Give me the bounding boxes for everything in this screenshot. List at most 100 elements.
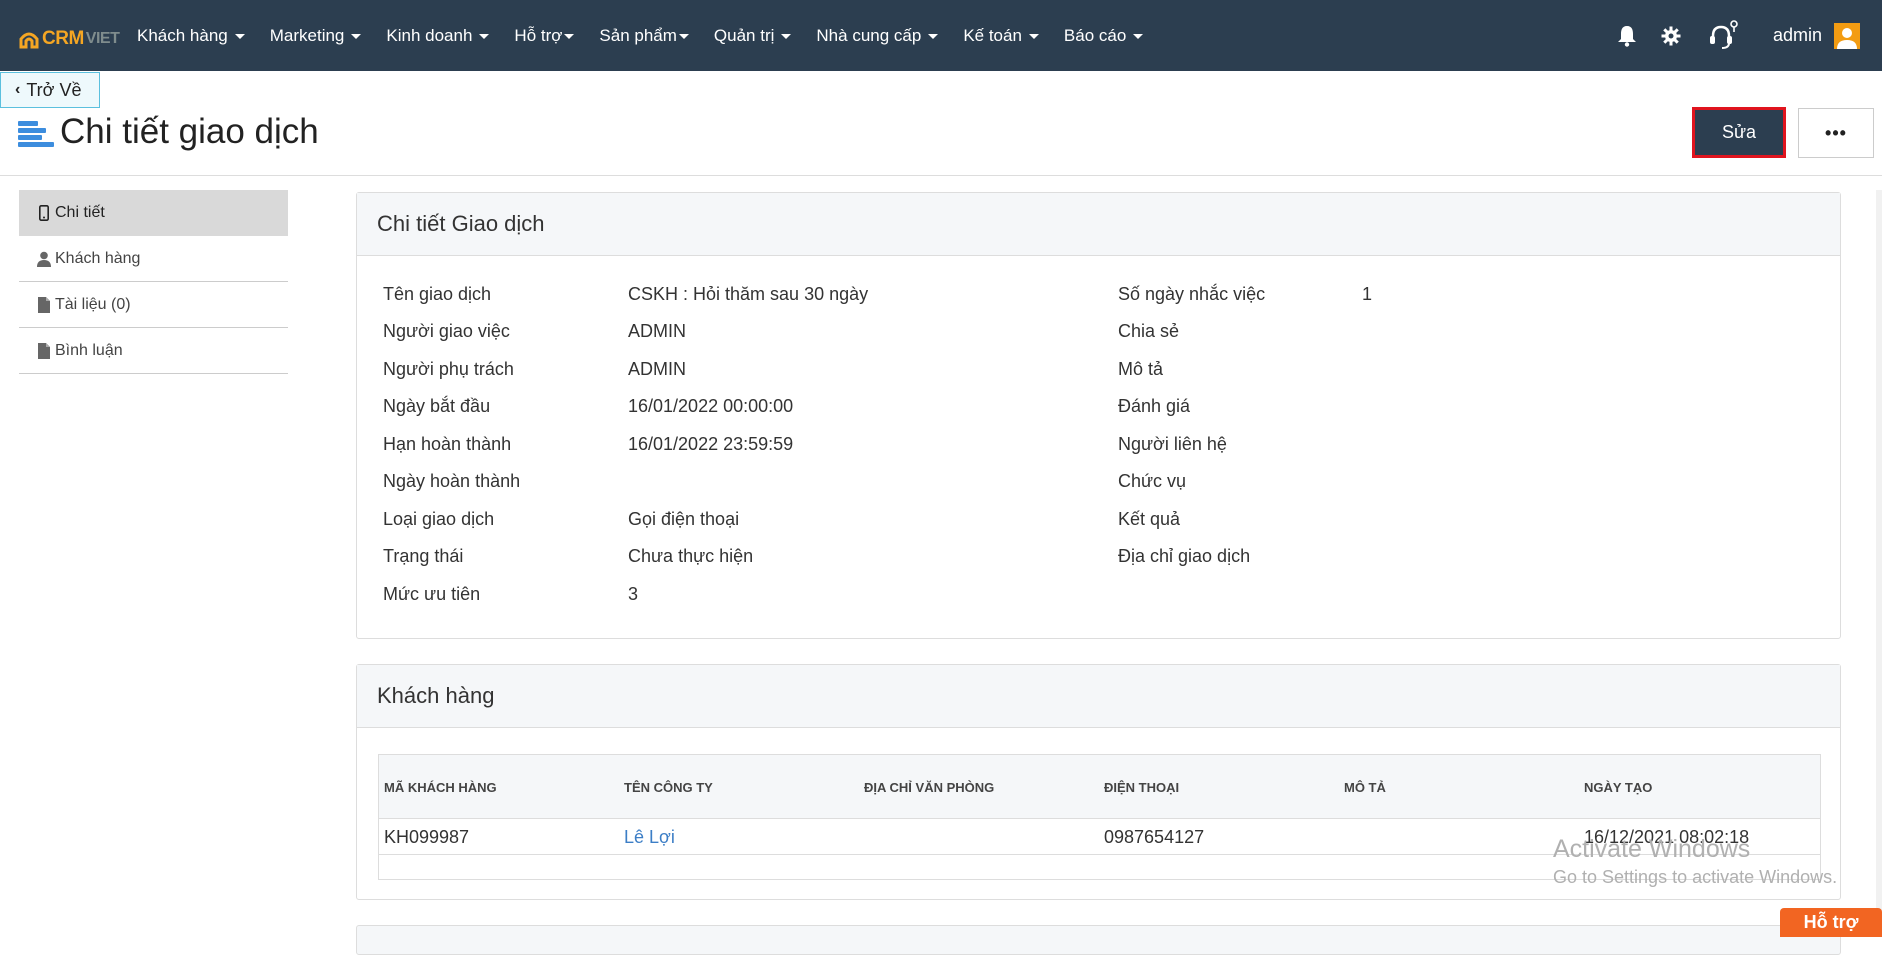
back-button[interactable]: ‹ Trở Về [0, 72, 100, 108]
menu-san-pham[interactable]: Sản phẩm [599, 26, 689, 46]
menu-nha-cung-cap[interactable]: Nhà cung cấp [816, 25, 939, 46]
field-label: Loại giao dịch [383, 509, 495, 529]
field-label: Chia sẻ [1118, 321, 1180, 341]
logo-mark-icon [19, 32, 39, 49]
sidebar-item-label: Bình luận [55, 341, 123, 359]
file-icon [37, 342, 51, 359]
field-label: Tên giao dịch [383, 284, 492, 304]
caret-down-icon [1028, 34, 1039, 39]
field-value: 3 [628, 584, 639, 604]
menu-label: Khách hàng [137, 25, 228, 45]
company-link[interactable]: Lê Lợi [624, 827, 675, 848]
field-label: Người phụ trách [383, 359, 514, 379]
menu-label: Nhà cung cấp [816, 25, 922, 45]
field-value: Chưa thực hiện [628, 546, 754, 566]
page-title: Chi tiết giao dịch [60, 112, 319, 151]
column-header[interactable]: Điện thoại [1104, 780, 1179, 795]
menu-label: Kinh doanh [386, 25, 473, 45]
caret-down-icon [678, 34, 689, 39]
field-value: ADMIN [628, 359, 686, 379]
detail-fields: Tên giao dịch CSKH : Hỏi thăm sau 30 ngà… [357, 256, 1840, 604]
windows-activation-title: Activate Windows [1553, 835, 1751, 863]
field-label: Chức vụ [1118, 471, 1187, 491]
menu-marketing[interactable]: Marketing [270, 26, 362, 46]
field-value: Gọi điện thoại [628, 509, 740, 529]
sidebar-item-label: Khách hàng [55, 249, 141, 267]
field-value: 16/01/2022 00:00:00 [628, 396, 794, 416]
detail-panel-title: Chi tiết Giao dịch [357, 193, 1840, 256]
menu-label: Quản trị [713, 25, 775, 45]
windows-activation-subtitle: Go to Settings to activate Windows. [1553, 867, 1838, 887]
file-icon [37, 296, 51, 313]
avatar[interactable] [1834, 22, 1860, 49]
caret-down-icon [234, 34, 245, 39]
field-label: Người giao việc [383, 321, 510, 341]
column-header[interactable]: Tên công ty [624, 780, 713, 795]
sidebar-item-binh-luan[interactable]: Bình luận [19, 328, 288, 374]
column-header[interactable]: Mô tả [1344, 780, 1386, 795]
nav-right-tools: admin [1615, 0, 1882, 71]
field-label: Đánh giá [1118, 396, 1191, 416]
top-navbar: CRM VIET Khách hàng Marketing Kinh doanh… [0, 0, 1882, 71]
header-divider [0, 175, 1882, 176]
column-header[interactable]: Mã khách hàng [384, 780, 497, 795]
detail-sidebar: Chi tiết Khách hàng Tài liệu (0) Bình lu… [19, 190, 288, 374]
menu-label: Marketing [269, 25, 345, 45]
field-label: Hạn hoàn thành [383, 434, 512, 454]
headset-support-icon[interactable] [1707, 19, 1741, 53]
caret-down-icon [928, 34, 939, 39]
mobile-icon [37, 205, 51, 221]
logo-text-crm: CRM [42, 28, 84, 49]
field-label: Ngày bắt đầu [383, 396, 491, 416]
column-header[interactable]: Địa chỉ văn phòng [864, 780, 994, 795]
sidebar-item-khach-hang[interactable]: Khách hàng [19, 236, 288, 282]
logo-text-viet: VIET [85, 30, 120, 47]
field-label: Ngày hoàn thành [383, 471, 521, 491]
sidebar-item-label: Chi tiết [55, 204, 105, 221]
field-value: ADMIN [628, 321, 686, 341]
menu-khach-hang[interactable]: Khách hàng [137, 26, 245, 46]
field-label: Kết quả [1118, 509, 1181, 529]
menu-bao-cao[interactable]: Báo cáo [1063, 25, 1144, 46]
table-cell: 0987654127 [1104, 827, 1205, 847]
menu-quan-tri[interactable]: Quản trị [713, 25, 792, 46]
menu-label: Kế toán [963, 25, 1022, 45]
field-value: 1 [1362, 284, 1373, 304]
field-value: 16/01/2022 23:59:59 [628, 434, 794, 454]
caret-down-icon [1133, 34, 1144, 39]
page-header: Chi tiết giao dịch [18, 112, 319, 152]
support-button[interactable]: Hỗ trợ [1780, 908, 1882, 937]
table-header: Mã khách hàng Tên công ty Địa chỉ văn ph… [379, 755, 1820, 819]
customer-panel: Khách hàng Mã khách hàng Tên công ty Địa… [356, 664, 1841, 900]
field-label: Mô tả [1118, 359, 1164, 379]
menu-label: Báo cáo [1063, 25, 1127, 45]
back-label: Trở Về [26, 79, 82, 100]
more-options-button[interactable]: ••• [1798, 108, 1874, 158]
menu-label: Hỗ trợ [514, 25, 563, 45]
field-label: Số ngày nhắc việc [1118, 284, 1266, 304]
field-label: Trạng thái [383, 546, 464, 566]
menu-ho-tro[interactable]: Hỗ trợ [514, 25, 575, 46]
field-label: Mức ưu tiên [383, 584, 481, 604]
gear-icon[interactable] [1659, 24, 1683, 48]
page-scrollbar[interactable] [1876, 190, 1882, 937]
sidebar-item-chi-tiet[interactable]: Chi tiết [19, 190, 288, 236]
column-header[interactable]: Ngày tạo [1584, 780, 1652, 795]
edit-button[interactable]: Sửa [1692, 107, 1786, 158]
main-menu: Khách hàng Marketing Kinh doanh Hỗ trợ S… [137, 0, 1168, 71]
list-icon [18, 116, 54, 148]
field-label: Địa chỉ giao dịch [1118, 546, 1251, 566]
caret-down-icon [781, 34, 792, 39]
username-label[interactable]: admin [1773, 25, 1822, 46]
caret-down-icon [351, 34, 362, 39]
crmviet-logo[interactable]: CRM VIET [18, 27, 120, 51]
table-cell: KH099987 [384, 827, 470, 847]
menu-label: Sản phẩm [599, 25, 677, 45]
sidebar-item-tai-lieu[interactable]: Tài liệu (0) [19, 282, 288, 328]
sidebar-item-label: Tài liệu (0) [55, 295, 131, 313]
menu-ke-toan[interactable]: Kế toán [963, 26, 1039, 46]
menu-kinh-doanh[interactable]: Kinh doanh [386, 25, 490, 46]
bell-icon[interactable] [1615, 24, 1639, 48]
customer-panel-title: Khách hàng [357, 665, 1840, 728]
next-panel-edge [356, 925, 1841, 955]
